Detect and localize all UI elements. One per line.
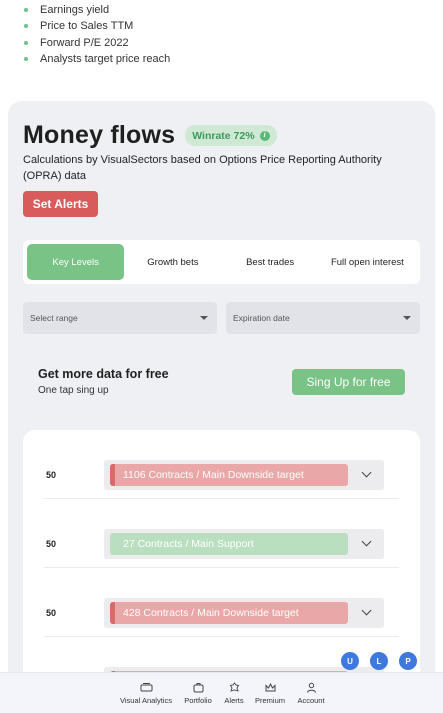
language-bubble-icon[interactable]: L [370, 652, 388, 670]
tab-best-trades[interactable]: Best trades [222, 244, 319, 280]
bullet-dot-icon [24, 56, 28, 61]
level-bar-container[interactable]: 428 Contracts / Main Downside target [104, 598, 384, 628]
list-item-label: Earnings yield [40, 4, 110, 16]
alerts-icon [229, 682, 239, 692]
feature-list: Earnings yield Price to Sales TTM Forwar… [24, 2, 170, 67]
nav-account[interactable]: Account [296, 682, 326, 705]
bullet-dot-icon [24, 24, 28, 29]
nav-alerts[interactable]: Alerts [223, 682, 245, 705]
user-bubble-icon[interactable]: U [341, 652, 359, 670]
expiration-select[interactable]: Expiration date [226, 302, 420, 334]
level-value: 50 [46, 539, 57, 549]
support-bar: 27 Contracts / Main Support [110, 533, 348, 555]
nav-label: Account [297, 696, 325, 705]
bullet-dot-icon [24, 40, 28, 45]
nav-label: Alerts [224, 696, 244, 705]
list-item: Forward P/E 2022 [24, 35, 170, 51]
title-row: Money flows Winrate 72% i [23, 121, 277, 150]
level-bar-container[interactable]: 27 Contracts / Main Support [104, 529, 384, 559]
list-item: Earnings yield [24, 2, 170, 18]
analytics-icon [140, 683, 152, 692]
tab-bar: Key Levels Growth bets Best trades Full … [23, 240, 420, 284]
key-levels-panel: 50 1106 Contracts / Main Downside target… [23, 430, 420, 713]
promo-subtitle: One tap sing up [38, 385, 109, 396]
list-item-label: Price to Sales TTM [40, 20, 134, 33]
range-select[interactable]: Select range [23, 302, 217, 334]
info-icon[interactable]: i [259, 130, 270, 141]
level-bar-label: 1106 Contracts / Main Downside target [123, 469, 304, 481]
set-alerts-button[interactable]: Set Alerts [23, 191, 98, 217]
promo-title: Get more data for free [38, 367, 169, 381]
nav-premium[interactable]: Premium [254, 682, 286, 705]
sign-up-button[interactable]: Sing Up for free [292, 369, 405, 395]
table-row: 50 1106 Contracts / Main Downside target [23, 430, 420, 499]
expiration-select-placeholder: Expiration date [233, 313, 290, 323]
quick-action-bubbles: U L P [0, 652, 443, 670]
nav-label: Portfolio [184, 696, 212, 705]
bottom-nav: Visual Analytics Portfolio Alerts Premiu… [0, 672, 443, 713]
level-value: 50 [46, 608, 57, 618]
portfolio-icon [193, 683, 203, 693]
chevron-down-icon[interactable] [361, 536, 372, 547]
nav-portfolio[interactable]: Portfolio [183, 682, 213, 705]
nav-label: Premium [254, 696, 285, 705]
level-bar-label: 27 Contracts / Main Support [123, 538, 254, 550]
bullet-dot-icon [24, 8, 28, 12]
chevron-down-icon [200, 316, 208, 320]
account-icon [306, 682, 316, 693]
winrate-label: Winrate 72% [192, 129, 255, 142]
level-value: 50 [46, 470, 57, 480]
list-item-label: Forward P/E 2022 [40, 36, 129, 49]
table-row: 50 27 Contracts / Main Support [23, 499, 420, 568]
profile-bubble-icon[interactable]: P [399, 652, 417, 670]
nav-visual-analytics[interactable]: Visual Analytics [118, 682, 174, 705]
level-bar-container[interactable]: 1106 Contracts / Main Downside target [104, 460, 384, 490]
tab-key-levels[interactable]: Key Levels [27, 244, 125, 280]
page-subtitle: Calculations by VisualSectors based on O… [23, 154, 382, 182]
money-flows-card: Money flows Winrate 72% i Calculations b… [8, 101, 435, 713]
tab-growth-bets[interactable]: Growth bets [124, 244, 221, 280]
level-bar-label: 428 Contracts / Main Downside target [123, 607, 299, 619]
page-title: Money flows [23, 121, 176, 149]
list-item: Analysts target price reach [24, 51, 170, 67]
winrate-badge[interactable]: Winrate 72% i [185, 125, 277, 146]
tab-full-open-interest[interactable]: Full open interest [319, 244, 416, 280]
chevron-down-icon[interactable] [361, 467, 372, 478]
crown-icon [265, 682, 275, 692]
downside-bar: 1106 Contracts / Main Downside target [110, 464, 348, 486]
list-item: Price to Sales TTM [24, 18, 170, 34]
chevron-down-icon[interactable] [361, 605, 372, 616]
table-row: 50 428 Contracts / Main Downside target [23, 568, 420, 637]
chevron-down-icon [403, 316, 411, 320]
range-select-placeholder: Select range [30, 313, 78, 323]
nav-label: Visual Analytics [120, 696, 172, 705]
list-item-label: Analysts target price reach [40, 52, 171, 65]
downside-bar: 428 Contracts / Main Downside target [110, 602, 348, 624]
